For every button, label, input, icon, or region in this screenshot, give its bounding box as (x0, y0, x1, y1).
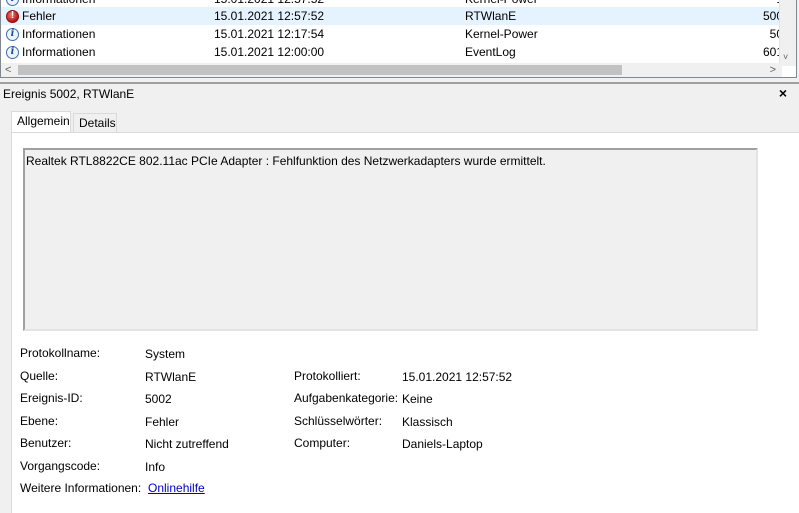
benutzer-label: Benutzer: (20, 436, 72, 450)
event-row[interactable]: i Informationen 15.01.2021 12:17:54 Kerne… (1, 25, 783, 43)
close-icon[interactable]: × (779, 84, 787, 102)
event-row[interactable]: i Informationen 15.01.2021 12:00:00 Event… (1, 43, 783, 61)
onlinehilfe-link[interactable]: Onlinehilfe (148, 481, 205, 495)
info-icon: i (6, 27, 19, 41)
vertical-scrollbar[interactable]: ˅ (779, 0, 796, 66)
event-source: Kernel-Power (465, 27, 538, 41)
error-icon: ! (6, 9, 19, 23)
protokolliert-label: Protokolliert: (294, 369, 361, 383)
event-level: Informationen (22, 45, 96, 59)
vorgangscode-value: Info (145, 460, 166, 474)
event-source: RTWlanE (465, 9, 517, 23)
scroll-down-icon[interactable]: ˅ (783, 52, 788, 62)
protokollname-value: System (145, 347, 186, 361)
vorgangscode-label: Vorgangscode: (20, 459, 101, 473)
event-detail-title: Ereignis 5002, RTWlanE (3, 87, 135, 101)
protokollname-label: Protokollname: (20, 346, 101, 360)
scroll-right-icon[interactable]: > (770, 63, 776, 77)
aufgabenkategorie-label: Aufgabenkategorie: (294, 391, 399, 405)
scroll-left-icon[interactable]: < (5, 63, 11, 77)
info-icon: i (6, 0, 19, 6)
event-id: 601 (762, 45, 783, 59)
event-row-selected[interactable]: ! Fehler 15.01.2021 12:57:52 RTWlanE 500 (1, 7, 783, 25)
event-level: Informationen (22, 27, 96, 41)
ereignis-id-value: 5002 (145, 392, 172, 406)
event-date: 15.01.2021 12:00:00 (214, 45, 325, 59)
horizontal-scrollbar[interactable]: < > (1, 63, 782, 77)
quelle-label: Quelle: (20, 369, 59, 383)
horizontal-scrollbar-thumb[interactable] (18, 65, 622, 75)
event-level: Fehler (22, 9, 57, 23)
event-list[interactable]: iInformationen 15.01.2021 12:57:52 Kerne… (0, 0, 797, 78)
event-id: 500 (762, 9, 783, 23)
schluesselwoerter-label: Schlüsselwörter: (294, 414, 383, 428)
aufgabenkategorie-value: Keine (402, 392, 433, 406)
computer-value: Daniels-Laptop (402, 437, 483, 451)
event-id: 50 (769, 27, 783, 41)
computer-label: Computer: (294, 436, 351, 450)
ebene-value: Fehler (145, 415, 180, 429)
event-source: EventLog (465, 45, 516, 59)
protokolliert-value: 15.01.2021 12:57:52 (402, 370, 513, 384)
quelle-value: RTWlanE (145, 370, 197, 384)
event-message: Realtek RTL8822CE 802.11ac PCIe Adapter … (26, 154, 546, 168)
tab-details[interactable]: Details (73, 113, 117, 132)
event-message-box[interactable]: Realtek RTL8822CE 802.11ac PCIe Adapter … (23, 148, 758, 331)
ebene-label: Ebene: (20, 414, 59, 428)
schluesselwoerter-value: Klassisch (402, 415, 453, 429)
event-date: 15.01.2021 12:57:52 (214, 9, 325, 23)
info-icon: i (6, 45, 19, 59)
tab-panel-allgemein: Realtek RTL8822CE 802.11ac PCIe Adapter … (11, 132, 799, 513)
event-date: 15.01.2021 12:17:54 (214, 27, 325, 41)
tab-allgemein[interactable]: Allgemein (11, 111, 71, 133)
weitere-informationen-label: Weitere Informationen: (20, 481, 142, 495)
ereignis-id-label: Ereignis-ID: (20, 391, 83, 405)
benutzer-value: Nicht zutreffend (145, 437, 229, 451)
event-detail-header: Ereignis 5002, RTWlanE × (0, 82, 799, 102)
